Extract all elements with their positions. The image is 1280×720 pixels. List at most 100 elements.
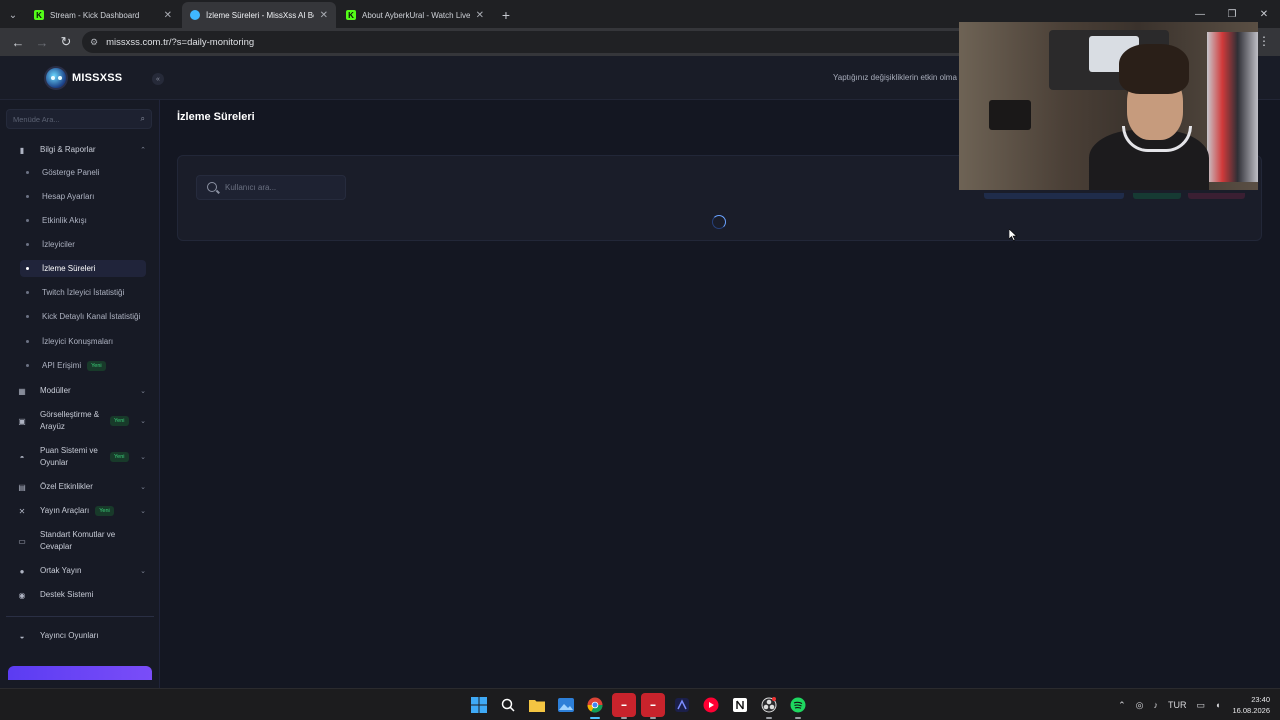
collapse-sidebar-button[interactable]: « [152, 73, 164, 85]
language-indicator[interactable]: TUR [1168, 700, 1187, 710]
logo-text: MISSXSS [72, 72, 123, 84]
close-icon[interactable]: ✕ [476, 10, 484, 21]
sidebar-section-label: Standart Komutlar ve Cevaplar [40, 530, 116, 551]
network-icon[interactable]: ▭ [1197, 700, 1206, 711]
browser-tab-2[interactable]: İzleme Süreleri - MissXss AI Bot ✕ [182, 2, 336, 28]
site-info-icon[interactable]: ⚙ [90, 37, 98, 48]
new-badge: Yeni [95, 506, 114, 516]
sidebar-section-label: Yayın Araçları [40, 506, 90, 515]
discord-icon[interactable]: ◎ [1136, 700, 1144, 711]
sidebar-section-yayin-araclari[interactable]: ✕ Yayın Araçları Yeni ⌄ [8, 505, 152, 517]
sidebar-item-label: İzleme Süreleri [42, 264, 96, 273]
sidebar-item-yayinci-oyunlari[interactable]: ◒ Yayıncı Oyunları [8, 630, 152, 642]
sidebar-item-label: İzleyici Konuşmaları [42, 337, 114, 346]
sidebar-section-destek-sistemi[interactable]: ◉ Destek Sistemi [8, 589, 152, 601]
menu-search-input[interactable] [13, 114, 133, 124]
notion-icon[interactable] [728, 693, 752, 717]
sidebar-section-ortak-yayin[interactable]: ● Ortak Yayın ⌄ [8, 565, 152, 577]
users-icon: ● [19, 566, 25, 576]
sidebar-section-bilgi-raporlar[interactable]: ▮ Bilgi & Raporlar ⌃ [8, 144, 152, 156]
bullet-icon [26, 340, 29, 343]
clock-time: 23:40 [1251, 695, 1270, 704]
kick-icon: K [346, 10, 356, 20]
browser-tab-1[interactable]: K Stream - Kick Dashboard ✕ [26, 2, 180, 28]
forward-icon[interactable]: → [30, 30, 54, 54]
chevron-down-icon: ⌄ [140, 418, 146, 425]
sidebar-item-kick-detayli-kanal-istatistigi[interactable]: Kick Detaylı Kanal İstatistiği [20, 308, 146, 325]
panel-action-button-2[interactable] [1133, 193, 1181, 199]
search-icon[interactable] [496, 693, 520, 717]
sidebar-item-api-erisimi[interactable]: API Erişimi Yeni [20, 357, 146, 374]
microphone-icon[interactable]: ♪ [1154, 700, 1159, 710]
sidebar-section-gorsellestirme[interactable]: ▣ Görselleştirme & Arayüz Yeni ⌄ [8, 409, 152, 433]
sidebar-item-izleyici-konusmalari[interactable]: İzleyici Konuşmaları [20, 333, 146, 350]
new-badge: Yeni [87, 360, 106, 371]
windows-start-icon[interactable] [467, 693, 491, 717]
sidebar-item-hesap-ayarlari[interactable]: Hesap Ayarları [20, 188, 146, 205]
sidebar-section-moduller[interactable]: ▦ Modüller ⌄ [8, 385, 152, 397]
webcam-person-hair [1119, 44, 1189, 94]
sidebar-divider [6, 616, 154, 617]
new-tab-button[interactable]: + [494, 2, 518, 28]
document-icon: ▮ [19, 145, 25, 155]
sidebar-section-puan-sistemi[interactable]: ◓ Puan Sistemi ve Oyunlar Yeni ⌄ [8, 445, 152, 469]
user-search-input[interactable] [225, 183, 335, 192]
user-search [196, 175, 346, 200]
clock[interactable]: 23:40 16.08.2026 [1232, 694, 1270, 716]
bullet-icon [26, 364, 29, 367]
sidebar-item-etkinlik-akisi[interactable]: Etkinlik Akışı [20, 212, 146, 229]
kick-icon: K [34, 10, 44, 20]
chevron-down-icon: ⌄ [140, 454, 146, 461]
panel-action-button-1[interactable] [984, 193, 1124, 199]
upgrade-button[interactable] [8, 666, 152, 680]
sidebar-item-label: Kick Detaylı Kanal İstatistiği [42, 312, 141, 321]
app-a-icon[interactable] [670, 693, 694, 717]
obs-plugin-2-icon[interactable]: ▬ [641, 693, 665, 719]
loading-spinner-icon [712, 215, 726, 229]
tools-icon: ✕ [18, 506, 26, 516]
chevron-down-icon: ⌄ [140, 388, 146, 395]
sidebar-section-label: Ortak Yayın [40, 566, 82, 575]
file-explorer-icon[interactable] [525, 693, 549, 717]
sidebar-item-twitch-izleyici-istatistigi[interactable]: Twitch İzleyici İstatistiği [20, 284, 146, 301]
taskbar-apps: ▬ ▬ [467, 693, 815, 719]
close-icon[interactable]: ✕ [320, 10, 328, 21]
spotify-icon[interactable] [786, 693, 810, 719]
bullet-icon [26, 171, 29, 174]
sidebar: ⌕ ▮ Bilgi & Raporlar ⌃ Gösterge Paneli H… [0, 100, 160, 688]
sidebar-item-label: İzleyiciler [42, 240, 75, 249]
sidebar-section-ozel-etkinlikler[interactable]: ▤ Özel Etkinlikler ⌄ [8, 481, 152, 493]
webcam-speaker [989, 100, 1031, 130]
page-title: İzleme Süreleri [177, 111, 255, 123]
reload-icon[interactable]: ↻ [54, 30, 78, 54]
logo-mark-icon [44, 66, 68, 90]
search-icon[interactable]: ⌕ [141, 114, 145, 124]
obs-icon[interactable] [757, 693, 781, 719]
menu-search: ⌕ [6, 109, 152, 129]
obs-plugin-icon[interactable]: ▬ [612, 693, 636, 719]
browser-tab-3[interactable]: K About AyberkUral - Watch Live ✕ [338, 2, 492, 28]
missxss-icon [190, 10, 200, 20]
chrome-icon[interactable] [583, 693, 607, 719]
tab-search-chevron-icon[interactable]: ⌄ [0, 2, 26, 28]
youtube-music-icon[interactable] [699, 693, 723, 717]
close-icon[interactable]: ✕ [164, 10, 172, 21]
browser-menu-icon[interactable]: ⋮ [1258, 34, 1270, 48]
new-badge: Yeni [110, 452, 129, 462]
sidebar-section-label: Bilgi & Raporlar [40, 145, 96, 154]
sidebar-item-gosterge-paneli[interactable]: Gösterge Paneli [20, 164, 146, 181]
sidebar-section-label: Destek Sistemi [40, 590, 94, 599]
panel-action-button-3[interactable] [1188, 193, 1245, 199]
volume-icon[interactable]: ◖ [1215, 700, 1220, 710]
sidebar-section-standart-komutlar[interactable]: ▭ Standart Komutlar ve Cevaplar [8, 529, 152, 553]
keyboard-icon: ▭ [18, 536, 26, 546]
header-notice: Yaptığınız değişikliklerin etkin olma [833, 73, 957, 82]
search-icon [207, 182, 217, 192]
photos-icon[interactable] [554, 693, 578, 717]
logo[interactable]: MISSXSS [44, 66, 122, 90]
chevron-up-icon[interactable]: ⌃ [1118, 700, 1126, 711]
sidebar-item-izleme-sureleri[interactable]: İzleme Süreleri [20, 260, 146, 277]
sidebar-item-izleyiciler[interactable]: İzleyiciler [20, 236, 146, 253]
mouse-cursor-icon [1008, 228, 1018, 246]
back-icon[interactable]: ← [6, 30, 30, 54]
